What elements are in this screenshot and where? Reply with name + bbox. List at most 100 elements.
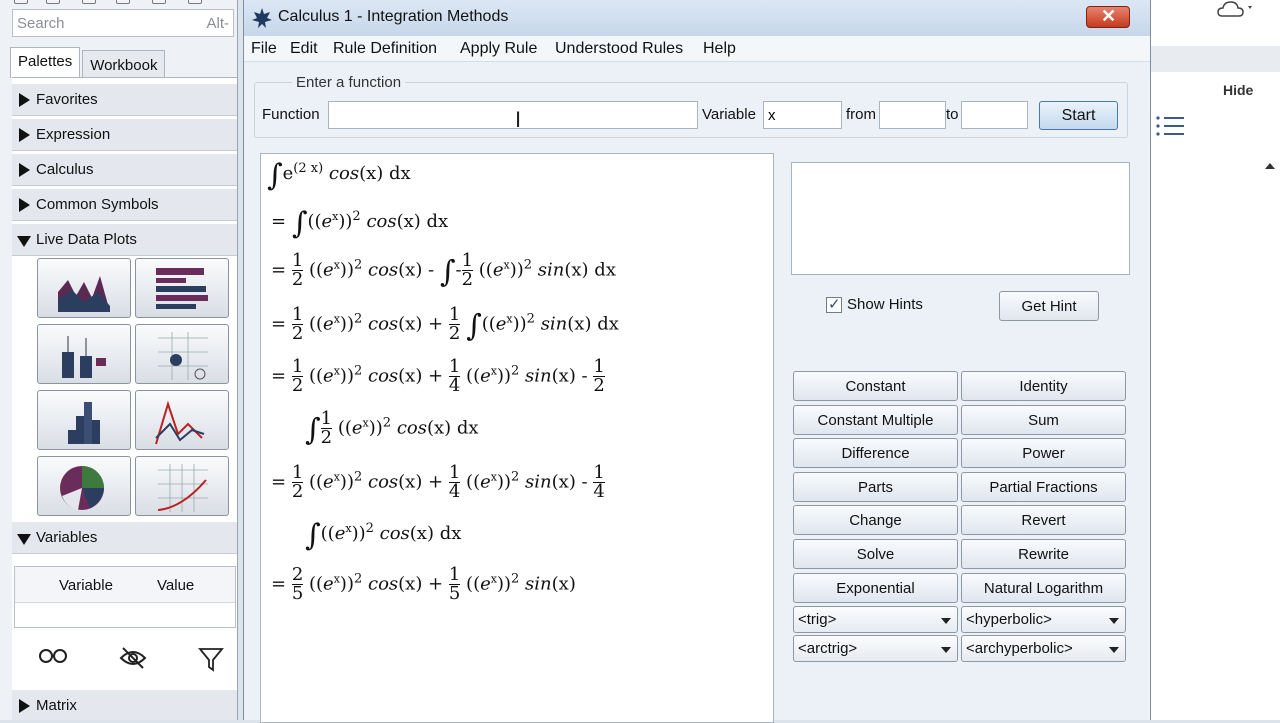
hide-button[interactable]: Hide (1223, 82, 1253, 98)
function-label: Function (262, 106, 320, 123)
derivation-area[interactable]: ∫e(2 x) cos(x) dx = ∫((ex))2 cos(x) dx =… (260, 153, 774, 723)
rule-button-solve[interactable]: Solve (793, 539, 958, 569)
dropdown-archyperbolic[interactable]: <archyperbolic> (961, 635, 1126, 662)
column-header-variable[interactable]: Variable (59, 577, 113, 594)
section-expression[interactable]: Expression (12, 119, 237, 151)
rule-button-constant-multiple[interactable]: Constant Multiple (793, 404, 958, 435)
enter-function-legend: Enter a function (292, 74, 406, 91)
list-icon[interactable] (1154, 114, 1186, 142)
variable-input[interactable] (763, 101, 842, 129)
function-input[interactable] (328, 101, 698, 129)
dropdown-trig[interactable]: <trig> (793, 606, 958, 633)
rule-button-partial-fractions[interactable]: Partial Fractions (961, 471, 1126, 502)
rule-button-power[interactable]: Power (961, 438, 1126, 469)
toolbar-icon[interactable] (46, 0, 60, 4)
tab-workbook[interactable]: Workbook (82, 50, 166, 77)
area-chart-icon[interactable] (37, 258, 131, 318)
rule-button-change[interactable]: Change (793, 505, 958, 536)
toolbar-icon[interactable] (116, 0, 130, 4)
dropdown-arctrig[interactable]: <arctrig> (793, 635, 958, 662)
derivation-step: = 12 ((ex))2 cos(x) + 12 ∫((ex))2 sin(x)… (271, 304, 619, 344)
text-cursor-icon: I (515, 107, 522, 132)
rule-button-rewrite[interactable]: Rewrite (961, 539, 1126, 569)
variables-table-header: Variable Value (15, 567, 235, 603)
rule-button-exponential[interactable]: Exponential (793, 572, 958, 603)
filter-icon[interactable] (198, 646, 224, 676)
menu-apply-rule[interactable]: Apply Rule (460, 40, 537, 58)
rule-button-parts[interactable]: Parts (793, 471, 958, 502)
chevron-down-icon (1109, 618, 1119, 624)
menu-file[interactable]: File (251, 40, 277, 58)
rule-button-sum[interactable]: Sum (961, 404, 1126, 435)
derivation-step: = 12 ((ex))2 cos(x) + 14 ((ex))2 sin(x) … (271, 356, 605, 396)
line-chart-icon[interactable] (135, 390, 229, 450)
dropdown-hyperbolic[interactable]: <hyperbolic> (961, 606, 1126, 633)
pie-chart-icon[interactable] (37, 456, 131, 516)
section-matrix[interactable]: Matrix (12, 690, 237, 720)
close-button[interactable]: ✕ (1086, 6, 1130, 28)
checkbox-checked-icon[interactable] (826, 295, 842, 313)
box-plot-icon[interactable] (37, 324, 131, 384)
rule-button-difference[interactable]: Difference (793, 438, 958, 469)
expand-arrow-icon (19, 128, 30, 142)
section-label: Variables (36, 529, 98, 546)
dropdown-value: <archyperbolic> (966, 640, 1073, 657)
variable-label: Variable (702, 106, 756, 123)
curve-plot-icon[interactable] (135, 456, 229, 516)
show-hints-label: Show Hints (847, 296, 923, 313)
section-common-symbols[interactable]: Common Symbols (12, 189, 237, 221)
derivation-step-continued: ∫1 2 ((ex))2 cos(x) dx (305, 408, 479, 448)
rule-button-identity[interactable]: Identity (961, 371, 1126, 401)
dropdown-value: <trig> (798, 611, 837, 628)
menu-edit[interactable]: Edit (290, 40, 318, 58)
bar-chart-horizontal-icon[interactable] (135, 258, 229, 318)
section-label: Expression (36, 126, 111, 143)
background-app: Hide (1150, 0, 1280, 720)
section-label: Matrix (36, 697, 77, 714)
variables-table: Variable Value (14, 566, 236, 628)
tab-palettes[interactable]: Palettes (10, 47, 81, 78)
palette-search-input[interactable]: Search Alt- (12, 9, 234, 37)
palette-body: Favorites Expression Calculus Common Sym… (12, 77, 237, 720)
expand-arrow-icon (19, 198, 30, 212)
chevron-down-icon (1109, 647, 1119, 653)
menu-understood-rules[interactable]: Understood Rules (555, 40, 683, 58)
scroll-up-icon[interactable] (1264, 158, 1276, 175)
show-hints-checkbox[interactable]: Show Hints (826, 295, 923, 313)
histogram-icon[interactable] (37, 390, 131, 450)
section-favorites[interactable]: Favorites (12, 84, 237, 116)
derivation-step: = 12 ((ex))2 cos(x) + 14 ((ex))2 sin(x) … (271, 462, 605, 502)
scatter-plot-icon[interactable] (135, 324, 229, 384)
palette-tabs: Palettes Workbook (10, 47, 167, 78)
rule-button-constant[interactable]: Constant (793, 371, 958, 401)
toolbar-icon[interactable] (152, 0, 166, 4)
section-label: Live Data Plots (36, 231, 137, 248)
palette-panel: Search Alt- Palettes Workbook Favorites … (0, 0, 238, 720)
window-titlebar[interactable]: Calculus 1 - Integration Methods ✕ (244, 0, 1150, 36)
chevron-down-icon (941, 647, 951, 653)
toolbar-icon[interactable] (188, 0, 202, 4)
rule-button-natural-logarithm[interactable]: Natural Logarithm (961, 572, 1126, 603)
section-label: Common Symbols (36, 196, 159, 213)
hide-eye-icon[interactable] (118, 646, 148, 674)
derivation-step: = ∫((ex))2 cos(x) dx (271, 206, 449, 241)
menu-rule-definition[interactable]: Rule Definition (333, 40, 437, 58)
start-button[interactable]: Start (1039, 101, 1118, 130)
section-calculus[interactable]: Calculus (12, 154, 237, 186)
collapse-arrow-icon (17, 534, 31, 545)
to-input[interactable] (961, 101, 1028, 129)
get-hint-button[interactable]: Get Hint (999, 291, 1099, 321)
glasses-icon[interactable] (38, 646, 68, 670)
section-live-data-plots[interactable]: Live Data Plots (12, 224, 237, 256)
toolbar-icon[interactable] (14, 0, 28, 4)
from-label: from (846, 106, 876, 123)
section-variables[interactable]: Variables (12, 522, 237, 554)
rule-button-revert[interactable]: Revert (961, 505, 1126, 536)
menu-help[interactable]: Help (703, 40, 736, 58)
from-input[interactable] (879, 101, 946, 129)
cloud-icon[interactable] (1216, 0, 1256, 24)
dropdown-value: <arctrig> (798, 640, 858, 657)
search-shortcut: Alt- (206, 15, 230, 32)
column-header-value[interactable]: Value (157, 577, 194, 594)
toolbar-icon[interactable] (82, 0, 96, 4)
